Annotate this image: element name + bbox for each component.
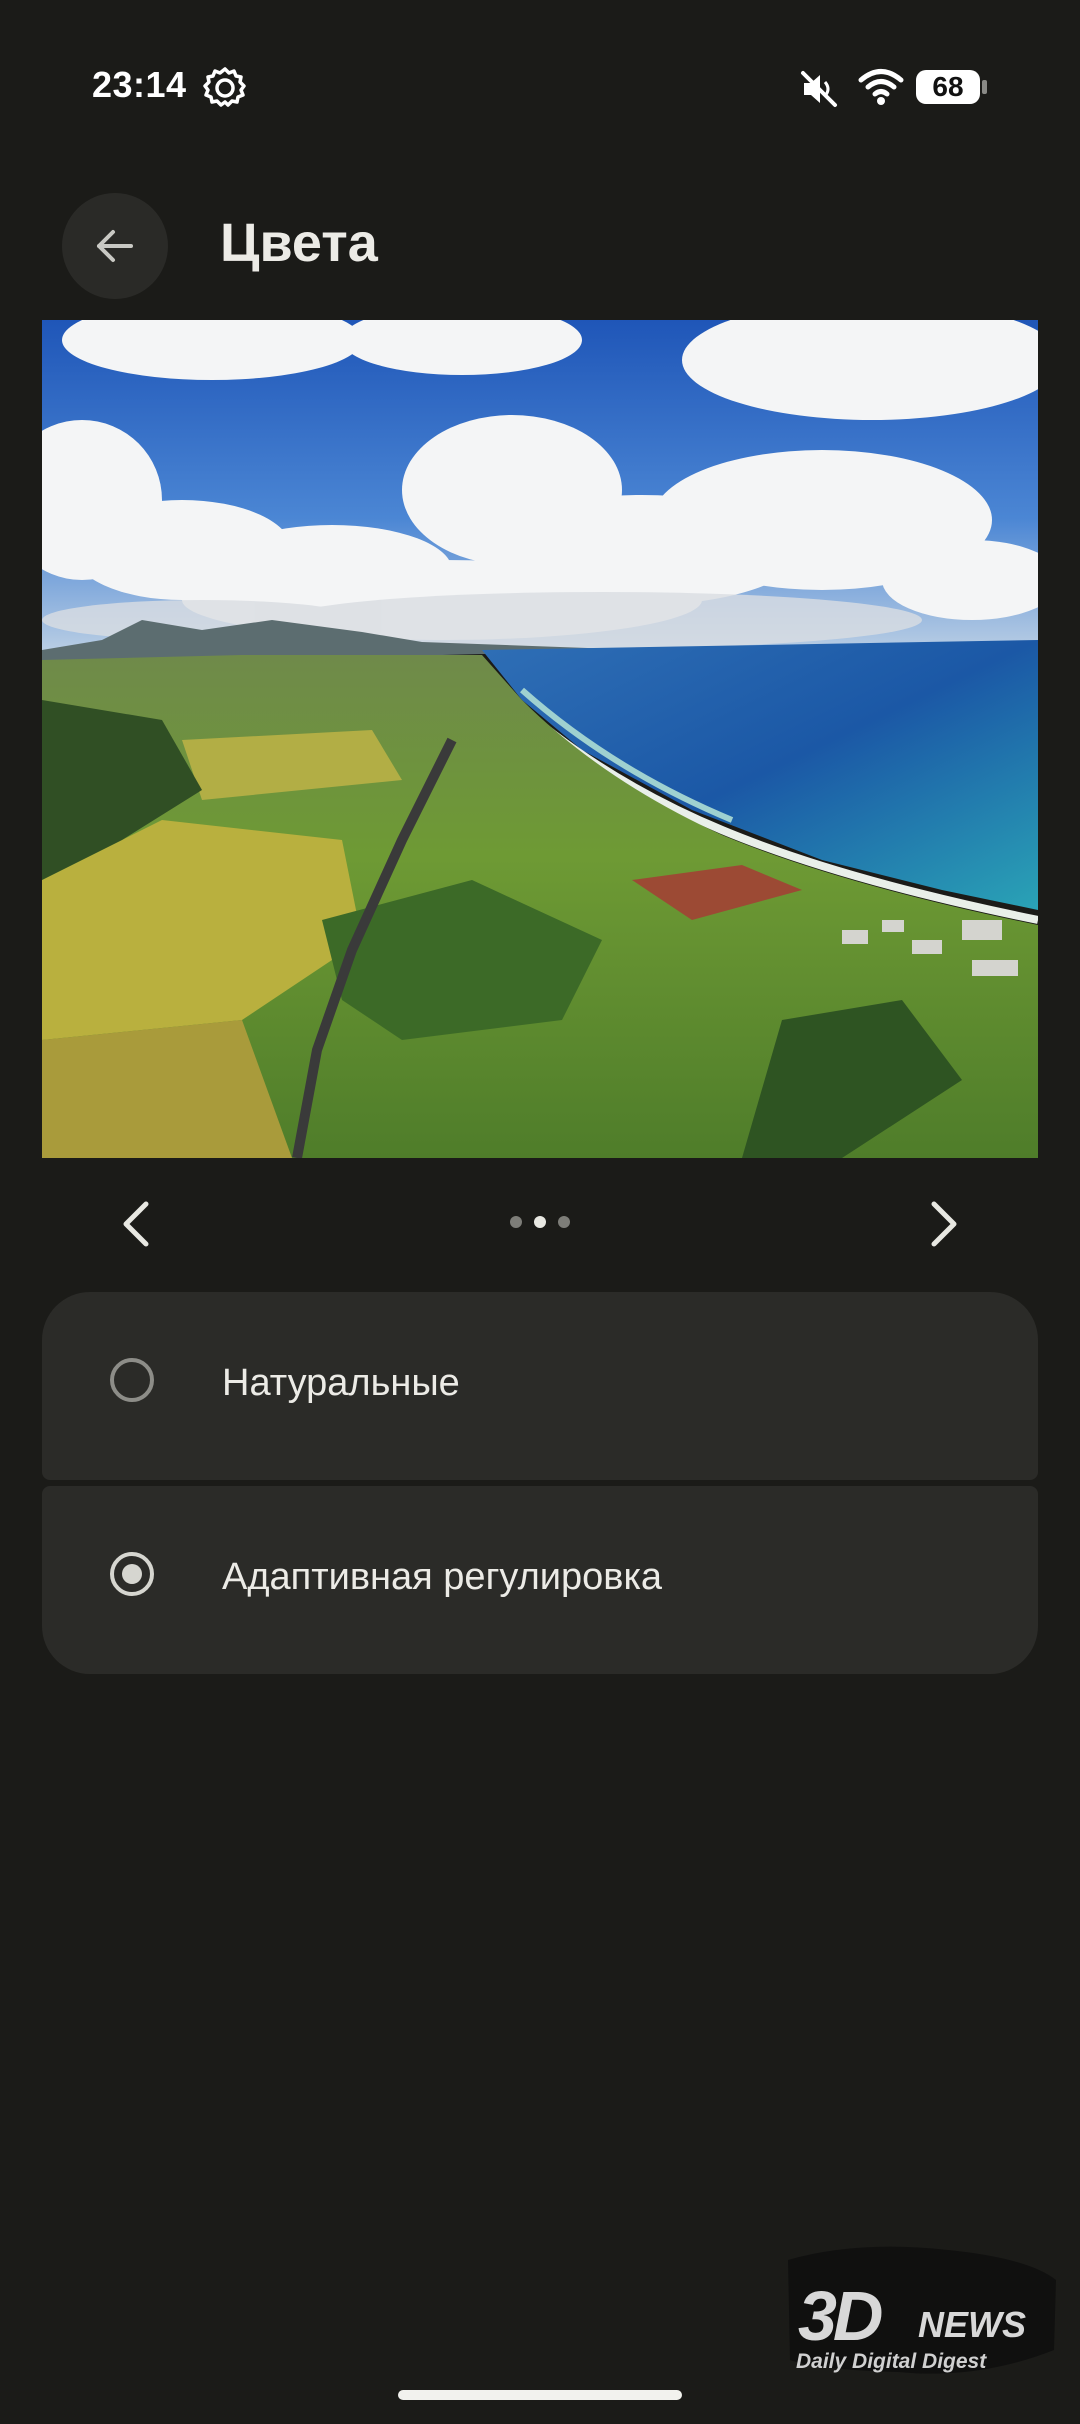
watermark-tagline: Daily Digital Digest xyxy=(796,2350,987,2373)
option-label: Натуральные xyxy=(222,1362,460,1404)
wifi-icon xyxy=(858,69,904,105)
arrow-left-icon xyxy=(97,230,133,262)
watermark-3dnews: 3D NEWS Daily Digital Digest xyxy=(778,2240,1060,2380)
pager-dot xyxy=(510,1216,522,1228)
chevron-left-icon[interactable] xyxy=(112,1194,162,1254)
status-time: 23:14 xyxy=(92,64,187,105)
pager-dot-active xyxy=(534,1216,546,1228)
home-indicator[interactable] xyxy=(398,2390,682,2400)
radio-button-selected[interactable] xyxy=(110,1552,154,1596)
pager-dots xyxy=(508,1214,572,1230)
status-bar: 23:14 68 xyxy=(0,0,1080,175)
battery-icon: 68 xyxy=(916,70,988,106)
back-button[interactable] xyxy=(62,193,168,299)
mute-icon xyxy=(801,71,837,107)
radio-button[interactable] xyxy=(110,1358,154,1402)
chevron-right-icon[interactable] xyxy=(918,1194,968,1254)
option-label: Адаптивная регулировка xyxy=(222,1556,663,1598)
settings-gear-icon xyxy=(203,67,246,107)
page-title: Цвета xyxy=(220,213,378,273)
battery-percent: 68 xyxy=(932,71,964,102)
option-adaptive[interactable]: Адаптивная регулировка xyxy=(42,1486,1038,1674)
option-natural[interactable]: Натуральные xyxy=(42,1292,1038,1480)
watermark-logo: 3D xyxy=(798,2277,884,2355)
pager-dot xyxy=(558,1216,570,1228)
color-preview-image xyxy=(42,320,1038,1158)
watermark-news: NEWS xyxy=(918,2304,1026,2345)
